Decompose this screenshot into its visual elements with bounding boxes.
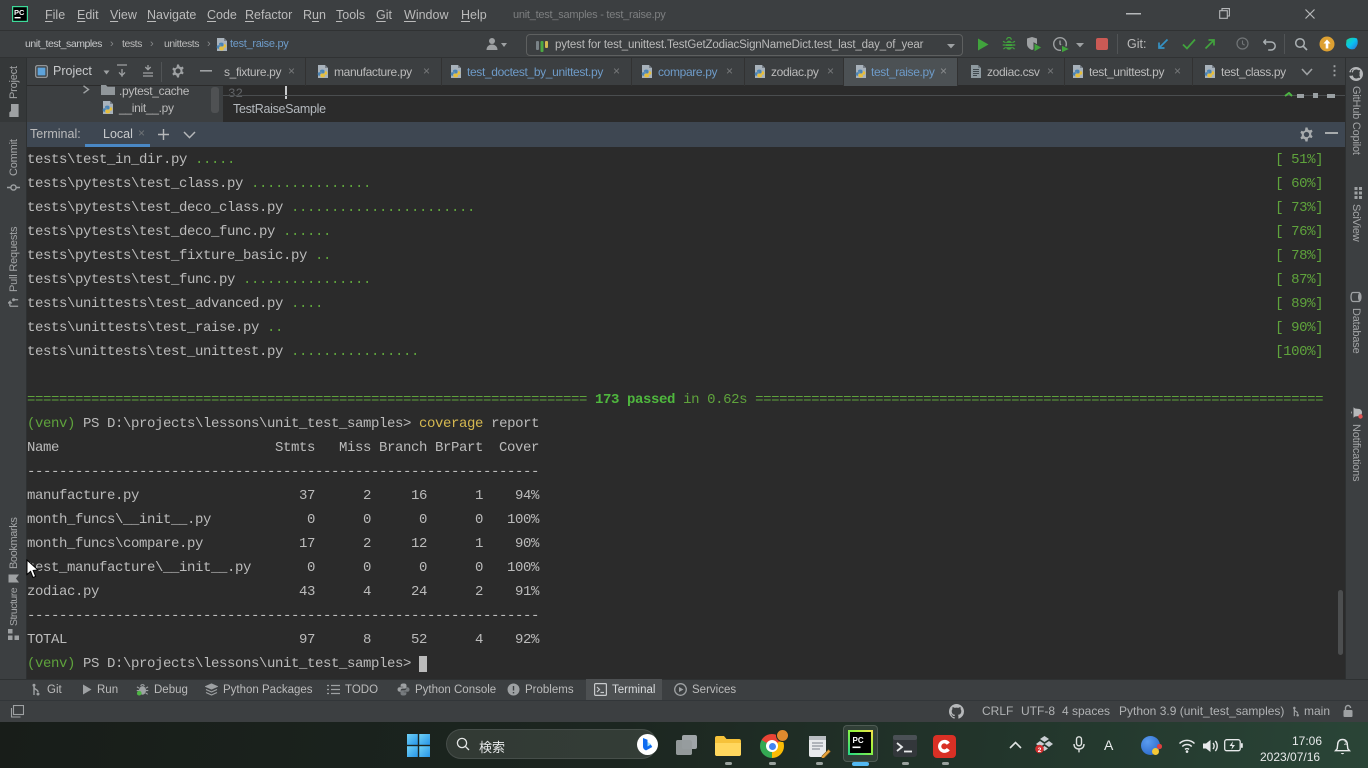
svg-text:2: 2 bbox=[1038, 747, 1042, 754]
svg-text:PC: PC bbox=[853, 736, 864, 745]
svg-text:PC: PC bbox=[14, 8, 25, 17]
svg-text:z: z bbox=[1344, 741, 1347, 747]
